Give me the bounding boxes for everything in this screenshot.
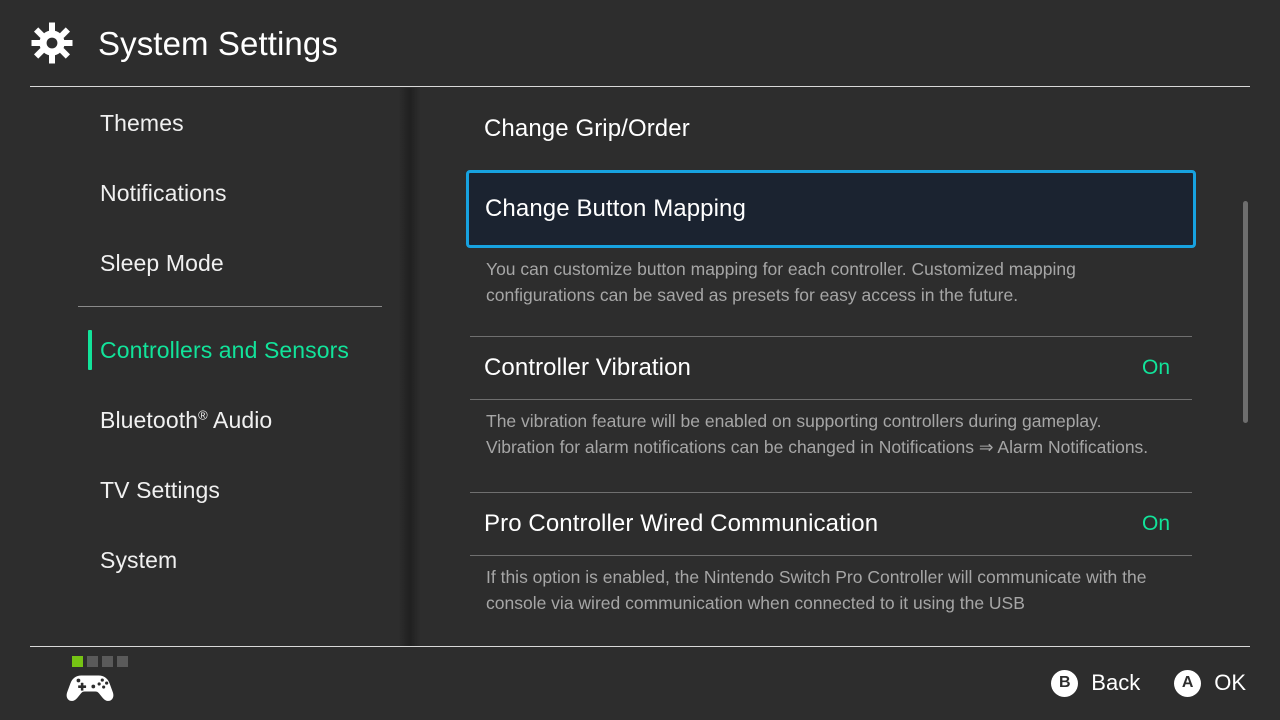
player-led-1 <box>72 656 83 667</box>
setting-row-change-button-mapping[interactable]: Change Button Mapping <box>466 170 1196 248</box>
settings-list-scroll-area: Change Grip/Order Change Button Mapping … <box>412 88 1250 626</box>
sidebar-item-label: Themes <box>100 109 184 136</box>
button-b-icon: B <box>1051 669 1079 697</box>
hint-back[interactable]: B Back <box>1051 669 1141 697</box>
setting-row-pro-controller-wired-communication[interactable]: Pro Controller Wired Communication On <box>470 493 1192 555</box>
header-divider <box>30 86 1250 87</box>
sidebar-item-label: Bluetooth® Audio <box>100 406 273 433</box>
sidebar-item-bluetooth-audio[interactable]: Bluetooth® Audio <box>0 385 412 455</box>
registered-trademark-icon: ® <box>198 406 208 422</box>
page-title: System Settings <box>98 24 338 62</box>
player-led-3 <box>102 656 113 667</box>
sidebar-item-sleep-mode[interactable]: Sleep Mode <box>0 228 412 298</box>
player-indicator <box>66 656 128 704</box>
footer-button-hints: B Back A OK <box>1051 646 1246 720</box>
setting-description-controller-vibration: The vibration feature will be enabled on… <box>486 411 1149 457</box>
header-title-group: System Settings <box>30 0 338 86</box>
settings-list: Change Grip/Order Change Button Mapping … <box>412 88 1250 646</box>
setting-label: Pro Controller Wired Communication <box>484 510 879 537</box>
sidebar-item-notifications[interactable]: Notifications <box>0 158 412 228</box>
sidebar-item-label: Notifications <box>100 179 227 206</box>
sidebar-nav: Themes Notifications Sleep Mode Controll… <box>0 88 412 646</box>
button-a-icon: A <box>1174 669 1202 697</box>
content-scrollbar-track[interactable] <box>1243 98 1264 638</box>
player-led-2 <box>87 656 98 667</box>
player-led-4 <box>117 656 128 667</box>
setting-value: On <box>1141 356 1170 379</box>
content-scrollbar-thumb[interactable] <box>1243 201 1248 423</box>
sidebar-item-tv-settings[interactable]: TV Settings <box>0 455 412 525</box>
setting-row-controller-vibration[interactable]: Controller Vibration On <box>470 337 1192 399</box>
sidebar-item-themes[interactable]: Themes <box>0 88 412 158</box>
header-bar: System Settings <box>0 0 1280 88</box>
system-settings-screen: System Settings Themes Notifications Sle… <box>0 0 1280 720</box>
hint-label-ok: OK <box>1214 670 1246 695</box>
sidebar-item-label: System <box>100 546 178 573</box>
sidebar-item-label: Controllers and Sensors <box>100 336 350 363</box>
sidebar-active-accent-bar <box>88 330 92 370</box>
sidebar-item-controllers-and-sensors[interactable]: Controllers and Sensors <box>0 315 412 385</box>
setting-label: Change Button Mapping <box>485 195 746 222</box>
player-led-group <box>66 656 128 667</box>
footer-bar: B Back A OK <box>0 646 1280 720</box>
setting-label: Change Grip/Order <box>484 115 690 142</box>
setting-description-change-button-mapping: You can customize button mapping for eac… <box>486 259 1076 305</box>
sidebar-item-system[interactable]: System <box>0 525 412 595</box>
hint-label-back: Back <box>1091 670 1141 695</box>
sidebar-item-label: TV Settings <box>100 476 220 503</box>
sidebar-item-label: Sleep Mode <box>100 249 224 276</box>
setting-label: Controller Vibration <box>484 354 691 381</box>
setting-description-pro-controller-wired-communication: If this option is enabled, the Nintendo … <box>486 567 1147 613</box>
setting-row-change-grip-order[interactable]: Change Grip/Order <box>470 98 1192 160</box>
gamepad-icon <box>66 675 114 701</box>
sidebar-divider <box>78 306 382 307</box>
gear-icon <box>31 22 73 64</box>
setting-value: On <box>1141 512 1170 535</box>
hint-ok[interactable]: A OK <box>1174 669 1246 697</box>
